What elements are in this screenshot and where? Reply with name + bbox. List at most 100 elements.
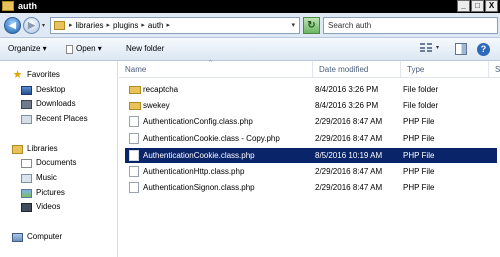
window-title: auth [18, 1, 37, 11]
title-bar: auth _ □ X [0, 0, 500, 13]
php-file-icon [129, 182, 139, 193]
file-date: 8/4/2016 3:26 PM [315, 85, 379, 94]
maximize-button[interactable]: □ [471, 0, 484, 12]
file-name: AuthenticationCookie.class.php [143, 151, 255, 160]
desktop-icon [21, 85, 32, 95]
column-name-label: Name [125, 65, 147, 74]
nav-music[interactable]: Music [21, 173, 57, 183]
videos-icon [21, 202, 32, 212]
open-button[interactable]: Open ▾ [66, 44, 102, 54]
file-date: 2/29/2016 8:47 AM [315, 134, 383, 143]
file-date: 2/29/2016 8:47 AM [315, 117, 383, 126]
folder-icon [129, 102, 141, 110]
file-row[interactable]: swekey 8/4/2016 3:26 PM File folder [125, 98, 497, 113]
new-folder-button[interactable]: New folder [126, 44, 164, 54]
nav-videos-label: Videos [36, 202, 61, 211]
nav-desktop[interactable]: Desktop [21, 85, 65, 95]
file-type: PHP File [403, 117, 435, 126]
file-row[interactable]: AuthenticationConfig.class.php 2/29/2016… [125, 114, 497, 129]
nav-favorites-label: Favorites [27, 70, 60, 79]
file-type: PHP File [403, 151, 435, 160]
navigation-pane: ★ Favorites Desktop Downloads Recent Pla… [0, 61, 118, 257]
breadcrumb-plugins[interactable]: plugins [113, 21, 138, 31]
file-type: PHP File [403, 183, 435, 192]
music-icon [21, 173, 32, 183]
file-name: AuthenticationConfig.class.php [143, 117, 253, 126]
minimize-button[interactable]: _ [457, 0, 470, 12]
nav-libraries-label: Libraries [27, 144, 58, 153]
column-header-size[interactable]: Si [489, 61, 500, 78]
nav-documents[interactable]: Documents [21, 158, 76, 168]
file-row[interactable]: AuthenticationSignon.class.php 2/29/2016… [125, 180, 497, 195]
breadcrumb-separator[interactable]: ▸ [107, 21, 111, 31]
downloads-icon [21, 99, 32, 109]
command-bar: Organize ▾ Open ▾ New folder ▾ ? [0, 38, 500, 61]
pictures-icon [21, 188, 32, 198]
nav-recent-places[interactable]: Recent Places [21, 114, 88, 124]
search-input[interactable] [328, 21, 488, 30]
nav-videos[interactable]: Videos [21, 202, 60, 212]
breadcrumb-auth[interactable]: auth [148, 21, 164, 31]
php-file-icon [129, 150, 139, 161]
column-header-date[interactable]: Date modified [313, 61, 401, 78]
back-button[interactable]: ◀ [4, 17, 21, 34]
file-row[interactable]: recaptcha 8/4/2016 3:26 PM File folder [125, 82, 497, 97]
nav-computer-label: Computer [27, 232, 63, 241]
computer-icon [12, 232, 23, 242]
nav-recent-label: Recent Places [36, 114, 88, 123]
nav-computer[interactable]: Computer [12, 232, 62, 242]
address-bar-area: ◀ ▶ ▾ ▸ libraries ▸ plugins ▸ auth ▸ ▾ ↻ [0, 13, 500, 38]
address-dropdown[interactable]: ▾ [291, 21, 295, 29]
nav-music-label: Music [36, 173, 57, 182]
nav-favorites[interactable]: ★ Favorites [12, 68, 60, 81]
refresh-button[interactable]: ↻ [303, 17, 320, 34]
recent-places-icon [21, 114, 32, 124]
file-type: File folder [403, 101, 439, 110]
forward-button[interactable]: ▶ [23, 17, 40, 34]
nav-downloads-label: Downloads [36, 99, 76, 108]
change-view-icon[interactable] [420, 43, 432, 53]
file-name: swekey [143, 101, 170, 110]
file-row[interactable]: AuthenticationHttp.class.php 2/29/2016 8… [125, 164, 497, 179]
file-row[interactable]: AuthenticationCookie.class - Copy.php 2/… [125, 131, 497, 146]
breadcrumb-separator[interactable]: ▸ [167, 21, 171, 31]
documents-icon [21, 158, 32, 168]
file-name: AuthenticationSignon.class.php [143, 183, 255, 192]
file-date: 8/5/2016 10:19 AM [315, 151, 383, 160]
breadcrumb: ▸ libraries ▸ plugins ▸ auth ▸ [69, 21, 170, 31]
file-row[interactable]: AuthenticationCookie.class.php 8/5/2016 … [125, 148, 497, 163]
nav-downloads[interactable]: Downloads [21, 99, 76, 109]
view-options-dropdown[interactable]: ▾ [436, 44, 439, 51]
php-file-icon [129, 166, 139, 177]
organize-button[interactable]: Organize ▾ [8, 44, 47, 54]
nav-pictures-label: Pictures [36, 188, 65, 197]
column-header-type[interactable]: Type [401, 61, 489, 78]
preview-pane-icon[interactable] [455, 43, 467, 55]
file-name: recaptcha [143, 85, 179, 94]
close-button[interactable]: X [485, 0, 498, 12]
recent-pages-dropdown[interactable]: ▾ [42, 22, 45, 29]
window-controls: _ □ X [457, 0, 498, 12]
file-type: PHP File [403, 134, 435, 143]
sort-arrow-icon: ^ [209, 60, 212, 66]
file-date: 2/29/2016 8:47 AM [315, 167, 383, 176]
nav-documents-label: Documents [36, 158, 77, 167]
breadcrumb-libraries[interactable]: libraries [76, 21, 104, 31]
column-header-name[interactable]: ^ Name [119, 60, 313, 78]
star-icon: ★ [12, 68, 23, 81]
address-bar[interactable]: ▸ libraries ▸ plugins ▸ auth ▸ ▾ [50, 17, 300, 34]
breadcrumb-separator[interactable]: ▸ [141, 21, 145, 31]
nav-libraries[interactable]: Libraries [12, 144, 58, 154]
search-box[interactable] [323, 17, 498, 34]
breadcrumb-separator[interactable]: ▸ [69, 21, 73, 31]
file-type: File folder [403, 85, 439, 94]
nav-pictures[interactable]: Pictures [21, 188, 65, 198]
help-icon[interactable]: ? [477, 43, 490, 56]
column-header-row: ^ Name Date modified Type Si [119, 60, 500, 78]
open-button-label: Open ▾ [76, 44, 102, 53]
folder-icon [2, 1, 14, 11]
file-name: AuthenticationCookie.class - Copy.php [143, 134, 280, 143]
file-list: ^ Name Date modified Type Si recaptcha 8… [119, 60, 500, 257]
file-date: 2/29/2016 8:47 AM [315, 183, 383, 192]
php-file-icon [129, 116, 139, 127]
